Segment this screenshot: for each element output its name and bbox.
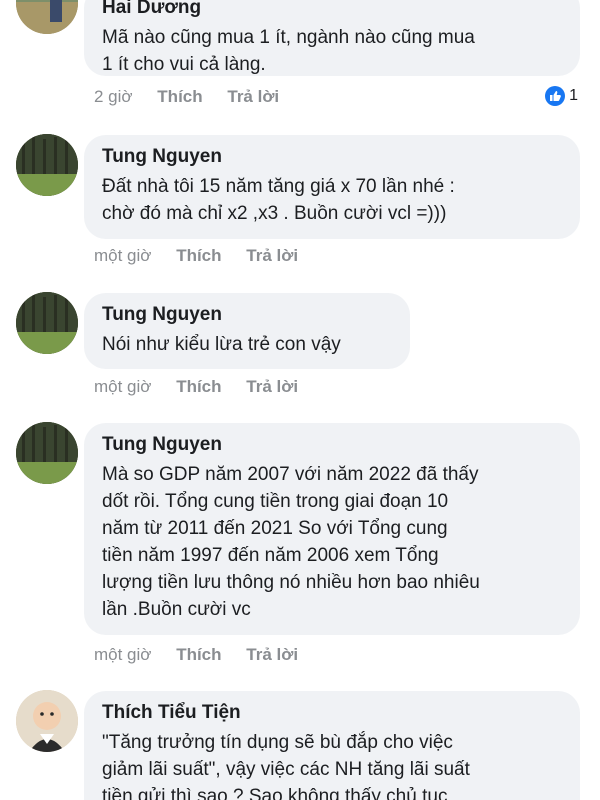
comment-text: "Tăng trưởng tín dụng sẽ bù đắp cho việc… (102, 732, 470, 800)
avatar[interactable] (16, 690, 78, 752)
comment-bubble: Hai Dương Mã nào cũng mua 1 ít, ngành nà… (84, 0, 580, 76)
comment-actions: một giờ Thích Trả lời (94, 376, 298, 398)
comment-actions: 2 giờ Thích Trả lời (94, 86, 279, 108)
comment-text: Mà so GDP năm 2007 với năm 2022 đã thấy … (102, 464, 480, 620)
reply-button[interactable]: Trả lời (246, 245, 298, 267)
reply-button[interactable]: Trả lời (246, 644, 298, 666)
avatar-photo (16, 0, 78, 34)
reply-button[interactable]: Trả lời (227, 86, 279, 108)
comment-author[interactable]: Tung Nguyen (102, 303, 392, 327)
thumbs-up-icon (545, 86, 566, 106)
like-button[interactable]: Thích (176, 376, 221, 398)
avatar-photo (16, 422, 78, 484)
comment-bubble: Tung Nguyen Nói như kiểu lừa trẻ con vậy (84, 293, 410, 369)
comment-bubble: Thích Tiểu Tiện "Tăng trưởng tín dụng sẽ… (84, 691, 580, 800)
avatar[interactable] (16, 134, 78, 196)
avatar-photo (16, 134, 78, 196)
comment-time[interactable]: một giờ (94, 245, 151, 267)
comment-author[interactable]: Thích Tiểu Tiện (102, 701, 562, 725)
like-button[interactable]: Thích (176, 644, 221, 666)
comment-time[interactable]: một giờ (94, 644, 151, 666)
avatar-photo (16, 690, 78, 752)
avatar[interactable] (16, 0, 78, 34)
comment-feed: Hai Dương Mã nào cũng mua 1 ít, ngành nà… (0, 0, 600, 800)
avatar[interactable] (16, 292, 78, 354)
like-button[interactable]: Thích (157, 86, 202, 108)
reply-button[interactable]: Trả lời (246, 376, 298, 398)
avatar-photo (16, 292, 78, 354)
like-button[interactable]: Thích (176, 245, 221, 267)
reaction-count[interactable]: 1 (545, 86, 578, 106)
comment-bubble: Tung Nguyen Đất nhà tôi 15 năm tăng giá … (84, 135, 580, 239)
comment-author[interactable]: Hai Dương (102, 0, 562, 20)
comment-author[interactable]: Tung Nguyen (102, 433, 562, 457)
comment-text: Mã nào cũng mua 1 ít, ngành nào cũng mua… (102, 27, 475, 75)
comment-text: Nói như kiểu lừa trẻ con vậy (102, 334, 341, 355)
comment-actions: một giờ Thích Trả lời (94, 245, 298, 267)
comment-text: Đất nhà tôi 15 năm tăng giá x 70 lần nhé… (102, 176, 455, 224)
comment-author[interactable]: Tung Nguyen (102, 145, 562, 169)
comment-time[interactable]: một giờ (94, 376, 151, 398)
comment-time[interactable]: 2 giờ (94, 86, 133, 108)
avatar[interactable] (16, 422, 78, 484)
comment-actions: một giờ Thích Trả lời (94, 644, 298, 666)
comment-bubble: Tung Nguyen Mà so GDP năm 2007 với năm 2… (84, 423, 580, 635)
reaction-count-value: 1 (569, 87, 578, 104)
